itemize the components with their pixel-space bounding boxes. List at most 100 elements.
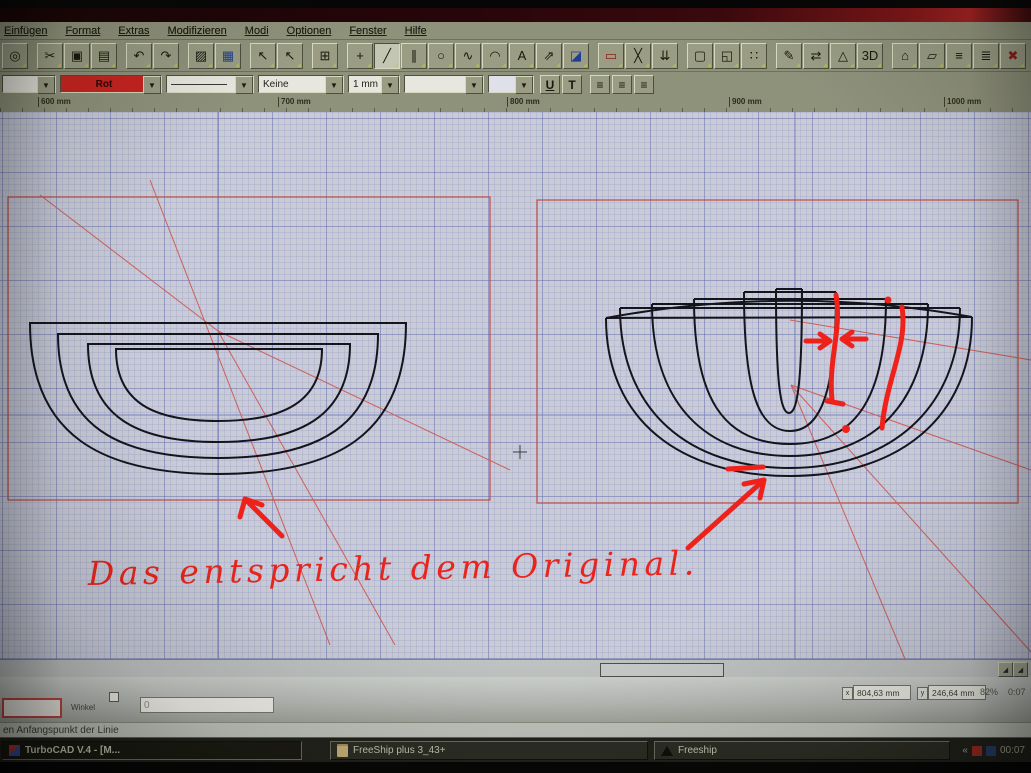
- delete-tool[interactable]: ✖: [1000, 43, 1026, 69]
- tool-icon: ◠: [489, 49, 500, 62]
- line-style-combo[interactable]: ▼: [166, 75, 254, 93]
- menu-item[interactable]: Optionen: [287, 25, 332, 37]
- parallel-line-tool[interactable]: ∥: [401, 43, 427, 69]
- menu-item[interactable]: Fenster: [349, 25, 386, 37]
- select-alt-tool[interactable]: ↖: [277, 43, 303, 69]
- select-tool[interactable]: ↖: [250, 43, 276, 69]
- scale-tool[interactable]: ⇗: [536, 43, 562, 69]
- align-right-icon: ≡: [641, 78, 648, 92]
- snap-3d-tool[interactable]: 3D: [857, 43, 883, 69]
- line-width-combo[interactable]: 1 mm ▼: [348, 75, 400, 93]
- hand-stroke-vertical-1: [827, 295, 843, 404]
- pen-style-combo[interactable]: ▼: [2, 75, 56, 93]
- curve-tool[interactable]: ∿: [455, 43, 481, 69]
- tool-icon: ∷: [750, 49, 758, 62]
- drawing-canvas[interactable]: Das entspricht dem Original.: [0, 112, 1031, 659]
- menu-item[interactable]: Hilfe: [405, 25, 427, 37]
- color-combo[interactable]: Rot ▼: [60, 75, 162, 93]
- menu-item[interactable]: Modi: [245, 25, 269, 37]
- chevron-down-icon[interactable]: ▼: [325, 76, 343, 94]
- small-combo[interactable]: ▼: [488, 75, 534, 93]
- chevron-down-icon[interactable]: ▼: [381, 76, 399, 94]
- scrollbar-thumb[interactable]: [600, 663, 724, 677]
- new-window-tool[interactable]: ▱: [919, 43, 945, 69]
- viewport-tool[interactable]: ▭: [598, 43, 624, 69]
- align-left-icon: ≡: [597, 78, 604, 92]
- copy-tool[interactable]: ▣: [64, 43, 90, 69]
- text-tool[interactable]: A: [509, 43, 535, 69]
- taskbar-button-freeship-folder[interactable]: FreeShip plus 3_43+: [330, 741, 648, 760]
- horizontal-scrollbar[interactable]: ◢ ◢: [0, 659, 1031, 678]
- chevron-down-icon[interactable]: ▼: [143, 76, 161, 94]
- tool-icon: ◎: [9, 49, 20, 62]
- chevron-down-icon[interactable]: ▼: [515, 76, 533, 94]
- scrollbar-pane-button-1[interactable]: ◢: [998, 662, 1013, 677]
- chevron-down-icon[interactable]: ▼: [465, 76, 483, 94]
- zoom-tool[interactable]: ◎: [2, 43, 28, 69]
- tool-icon: ╱: [383, 49, 391, 62]
- angle-label: Winkel: [71, 703, 95, 712]
- undo-tool[interactable]: ↶: [126, 43, 152, 69]
- tool-icon: ▨: [195, 49, 207, 62]
- angle-input[interactable]: [140, 697, 274, 713]
- chevron-down-icon[interactable]: ▼: [37, 76, 55, 94]
- name-field-combo[interactable]: ▼: [404, 75, 484, 93]
- redo-tool[interactable]: ↷: [153, 43, 179, 69]
- turbocad-icon: [9, 745, 20, 756]
- chevron-down-icon[interactable]: ▼: [235, 76, 253, 94]
- x-coordinate-field[interactable]: 804,63 mm: [853, 685, 911, 700]
- move-tool[interactable]: ⇄: [803, 43, 829, 69]
- text-style-button[interactable]: T: [562, 75, 582, 94]
- ruler-label: 1000 mm: [944, 97, 981, 107]
- cross-line-tool[interactable]: ╳: [625, 43, 651, 69]
- ruler-tick: [38, 97, 39, 107]
- tray-collapse-icon[interactable]: «: [962, 745, 968, 756]
- menu-item[interactable]: Modifizieren: [167, 25, 226, 37]
- active-coordinate-field[interactable]: [2, 698, 62, 718]
- menu-item[interactable]: Einfügen: [4, 25, 47, 37]
- sketch-tool[interactable]: ✎: [776, 43, 802, 69]
- y-coordinate-field[interactable]: 246,64 mm: [928, 685, 986, 700]
- status-hint-row: en Anfangspunkt der Linie: [0, 722, 1031, 738]
- pattern-combo[interactable]: Keine ▼: [258, 75, 344, 93]
- x-coordinate-icon: x: [842, 687, 853, 700]
- tool-icon: ✖: [1008, 49, 1019, 62]
- paste-tool[interactable]: ▤: [91, 43, 117, 69]
- cascade-windows-tool[interactable]: ≣: [973, 43, 999, 69]
- tool-icon: ▱: [927, 49, 937, 62]
- pan-hand-tool[interactable]: ▨: [188, 43, 214, 69]
- line-width-value: 1 mm: [353, 79, 378, 90]
- node-edit-tool[interactable]: ∷: [741, 43, 767, 69]
- align-right-button[interactable]: ≡: [634, 75, 654, 94]
- arc-tool[interactable]: ◠: [482, 43, 508, 69]
- taskbar-button-turbocad[interactable]: TurboCAD V.4 - [M...: [2, 741, 302, 760]
- dimension-tool[interactable]: ⇊: [652, 43, 678, 69]
- menu-item[interactable]: Format: [65, 25, 100, 37]
- tool-icon: ≣: [981, 49, 992, 62]
- fill-tool[interactable]: ◪: [563, 43, 589, 69]
- tile-windows-tool[interactable]: ≡: [946, 43, 972, 69]
- main-toolbar: ◎ ✂ ▣ ▤ ↶ ↷ ▨: [0, 40, 1031, 72]
- ruler-tick: [729, 97, 730, 107]
- taskbar-button-freeship[interactable]: Freeship: [654, 741, 950, 760]
- align-left-button[interactable]: ≡: [590, 75, 610, 94]
- cut-tool[interactable]: ✂: [37, 43, 63, 69]
- underline-button[interactable]: U: [540, 75, 560, 94]
- select-rect-tool[interactable]: ▢: [687, 43, 713, 69]
- tool-icon: ∿: [463, 49, 474, 62]
- zoom-window-tool[interactable]: ◱: [714, 43, 740, 69]
- menu-item[interactable]: Extras: [118, 25, 149, 37]
- save-tool[interactable]: ▦: [215, 43, 241, 69]
- tray-icon-blue[interactable]: [986, 746, 996, 756]
- properties-table-tool[interactable]: ⊞: [312, 43, 338, 69]
- tray-icon-red[interactable]: [972, 746, 982, 756]
- scrollbar-pane-button-2[interactable]: ◢: [1013, 662, 1028, 677]
- circle-tool[interactable]: ○: [428, 43, 454, 69]
- angle-checkbox[interactable]: [109, 692, 119, 702]
- open-drawing-tool[interactable]: ⌂: [892, 43, 918, 69]
- align-center-button[interactable]: ≡: [612, 75, 632, 94]
- taskbar: TurboCAD V.4 - [M... FreeShip plus 3_43+…: [0, 737, 1031, 763]
- crosshair-tool[interactable]: +: [347, 43, 373, 69]
- measure-tool[interactable]: △: [830, 43, 856, 69]
- line-tool[interactable]: ╱: [374, 43, 400, 69]
